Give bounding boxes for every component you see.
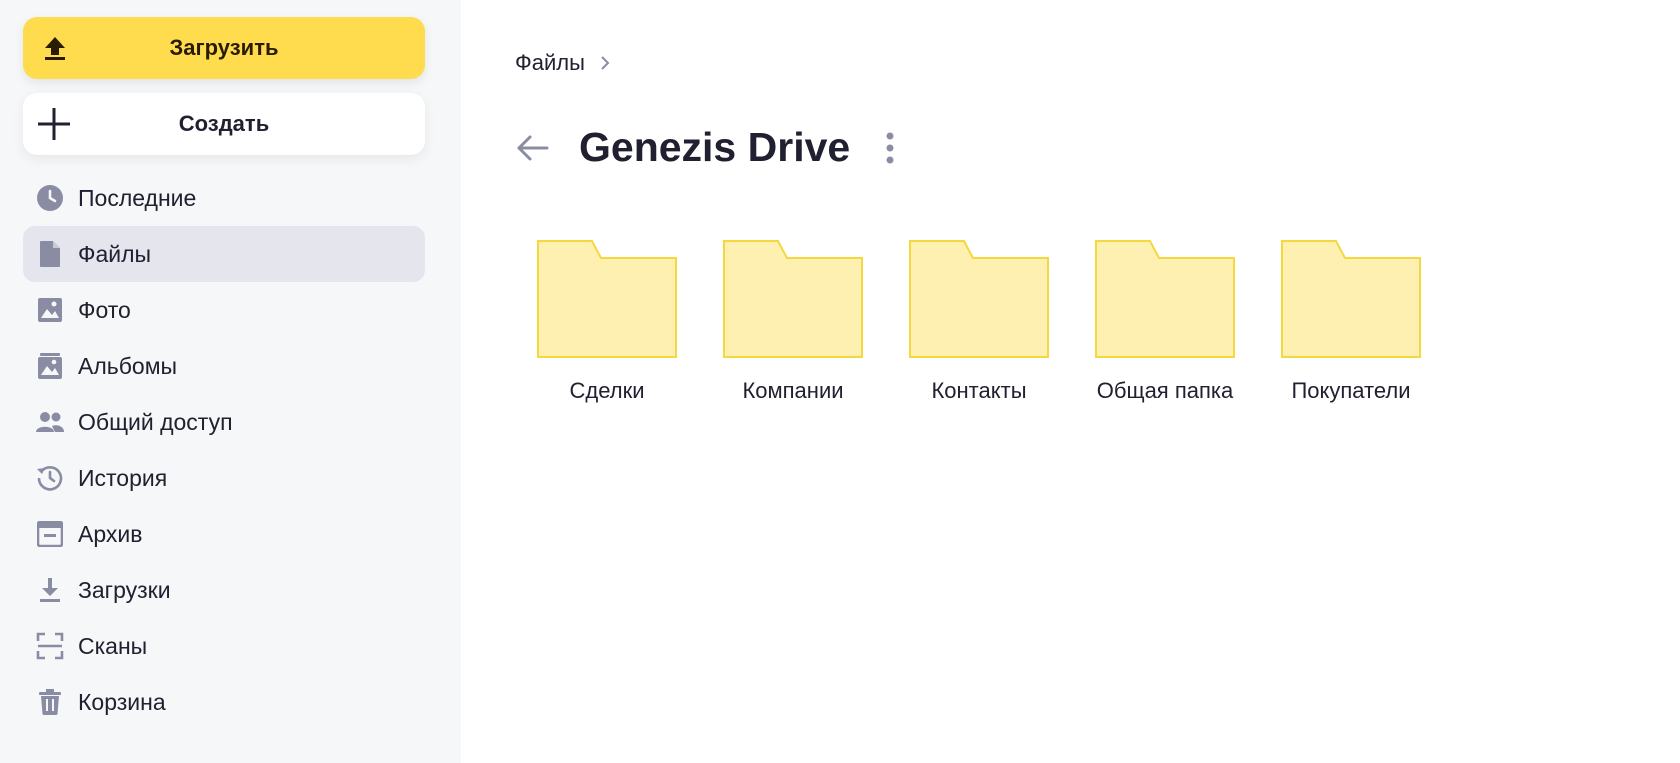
sidebar-item-label: Фото <box>78 296 131 323</box>
plus-icon <box>38 108 70 140</box>
main-content: Файлы Genezis Drive Сделки Компании Конт… <box>461 0 1680 763</box>
folder-name: Компании <box>742 378 844 403</box>
sidebar-item-scans[interactable]: Сканы <box>23 618 425 674</box>
folder-name: Покупатели <box>1291 378 1411 403</box>
history-icon <box>35 463 65 493</box>
scan-icon <box>35 631 65 661</box>
clock-icon <box>35 183 65 213</box>
back-button[interactable] <box>515 130 551 166</box>
app-window: Загрузить Создать Последние Файлы Фото А… <box>0 0 1680 763</box>
sidebar-item-history[interactable]: История <box>23 450 425 506</box>
folder-item[interactable]: Контакты <box>909 240 1095 404</box>
photo-icon <box>35 295 65 325</box>
sidebar-item-label: История <box>78 464 168 491</box>
folder-icon <box>1095 240 1235 358</box>
sidebar-nav: Последние Файлы Фото Альбомы Общий досту… <box>23 170 461 730</box>
folder-icon <box>909 240 1049 358</box>
sidebar-item-trash[interactable]: Корзина <box>23 674 425 730</box>
people-icon <box>35 407 65 437</box>
folder-icon <box>723 240 863 358</box>
more-options-button[interactable] <box>880 130 900 166</box>
sidebar-item-label: Файлы <box>78 240 152 267</box>
sidebar-item-label: Загрузки <box>78 576 171 603</box>
sidebar-item-files[interactable]: Файлы <box>23 226 425 282</box>
file-icon <box>35 239 65 269</box>
sidebar: Загрузить Создать Последние Файлы Фото А… <box>0 0 461 763</box>
sidebar-item-recent[interactable]: Последние <box>23 170 425 226</box>
sidebar-item-label: Общий доступ <box>78 408 233 435</box>
sidebar-item-shared[interactable]: Общий доступ <box>23 394 425 450</box>
folder-grid: Сделки Компании Контакты Общая папка Пок… <box>537 240 1467 404</box>
sidebar-item-label: Сканы <box>78 632 148 659</box>
album-icon <box>35 351 65 381</box>
sidebar-item-label: Архив <box>78 520 143 547</box>
title-row: Genezis Drive <box>515 124 900 171</box>
folder-name: Общая папка <box>1096 378 1234 403</box>
download-icon <box>35 575 65 605</box>
arrow-left-icon <box>517 135 549 160</box>
sidebar-item-label: Альбомы <box>78 352 178 379</box>
sidebar-item-label: Последние <box>78 184 197 211</box>
folder-item[interactable]: Сделки <box>537 240 723 404</box>
sidebar-item-label: Корзина <box>78 688 166 715</box>
upload-button[interactable]: Загрузить <box>23 17 425 79</box>
folder-name: Контакты <box>931 378 1027 403</box>
breadcrumb: Файлы <box>515 50 611 76</box>
archive-icon <box>35 519 65 549</box>
more-vertical-icon <box>886 132 894 163</box>
upload-icon <box>45 37 65 60</box>
sidebar-item-albums[interactable]: Альбомы <box>23 338 425 394</box>
folder-name: Сделки <box>569 378 645 403</box>
folder-icon <box>1281 240 1421 358</box>
folder-item[interactable]: Покупатели <box>1281 240 1467 404</box>
sidebar-item-archive[interactable]: Архив <box>23 506 425 562</box>
folder-icon <box>537 240 677 358</box>
page-title: Genezis Drive <box>579 124 851 170</box>
folder-item[interactable]: Компании <box>723 240 909 404</box>
sidebar-item-photo[interactable]: Фото <box>23 282 425 338</box>
trash-icon <box>35 687 65 717</box>
breadcrumb-item-files[interactable]: Файлы <box>515 50 585 76</box>
sidebar-item-downloads[interactable]: Загрузки <box>23 562 425 618</box>
chevron-right-icon <box>601 56 610 70</box>
create-label: Создать <box>178 111 270 136</box>
create-button[interactable]: Создать <box>23 93 425 155</box>
folder-item[interactable]: Общая папка <box>1095 240 1281 404</box>
upload-label: Загрузить <box>169 35 279 60</box>
